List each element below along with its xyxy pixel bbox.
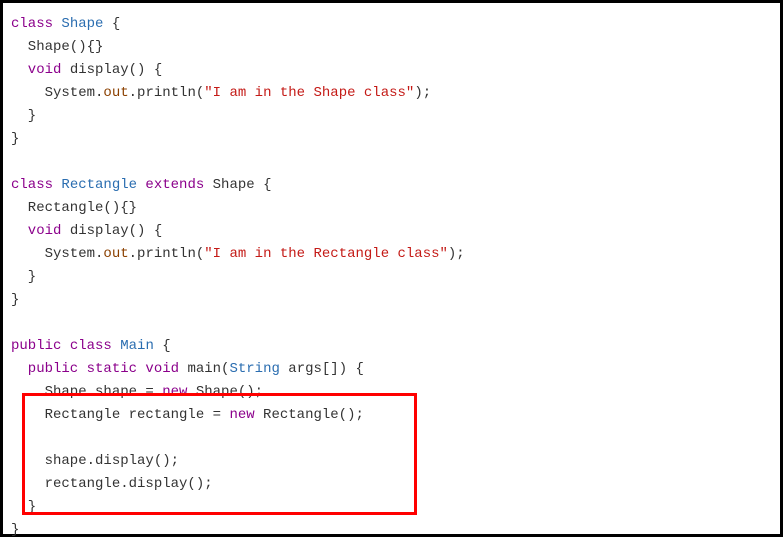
args: args[]) { (280, 361, 364, 377)
code-line: } (11, 519, 772, 542)
keyword-void: void (11, 62, 61, 78)
keyword-new: new (162, 384, 187, 400)
code-line: void display() { (11, 59, 772, 82)
code-line: System.out.println("I am in the Rectangl… (11, 243, 772, 266)
blank-line (11, 151, 772, 174)
keyword-static: static (78, 361, 137, 377)
println-call: .println( (129, 85, 205, 101)
keyword-new: new (229, 407, 254, 423)
keyword-void: void (137, 361, 179, 377)
blank-line (11, 427, 772, 450)
code-line: Shape(){} (11, 36, 772, 59)
keyword-class: class (61, 338, 111, 354)
code-line: shape.display(); (11, 450, 772, 473)
code-line: } (11, 105, 772, 128)
code-line: class Shape { (11, 13, 772, 36)
type-string: String (229, 361, 279, 377)
ctor-call: Rectangle(); (255, 407, 364, 423)
decl: Shape shape = (11, 384, 162, 400)
keyword-public: public (11, 361, 78, 377)
string-literal: "I am in the Rectangle class" (204, 246, 448, 262)
parent-type: Shape (204, 177, 254, 193)
line-end: ); (414, 85, 431, 101)
method-main: main( (179, 361, 229, 377)
type-shape: Shape (61, 16, 103, 32)
code-line: public class Main { (11, 335, 772, 358)
line-end: ); (448, 246, 465, 262)
code-line: Shape shape = new Shape(); (11, 381, 772, 404)
type-rectangle: Rectangle (53, 177, 137, 193)
code-line: public static void main(String args[]) { (11, 358, 772, 381)
system-ref: System. (11, 85, 103, 101)
blank-line (11, 312, 772, 335)
brace: { (255, 177, 272, 193)
println-call: .println( (129, 246, 205, 262)
keyword-void: void (11, 223, 61, 239)
brace: { (154, 338, 171, 354)
code-line: Rectangle rectangle = new Rectangle(); (11, 404, 772, 427)
code-line: } (11, 266, 772, 289)
ctor-call: Shape(); (187, 384, 263, 400)
out-field: out (103, 85, 128, 101)
keyword-class: class (11, 177, 53, 193)
keyword-class: class (11, 16, 53, 32)
string-literal: "I am in the Shape class" (204, 85, 414, 101)
keyword-extends: extends (137, 177, 204, 193)
out-field: out (103, 246, 128, 262)
method-sig: display() { (61, 62, 162, 78)
code-block: class Shape { Shape(){} void display() {… (0, 0, 783, 537)
code-line: class Rectangle extends Shape { (11, 174, 772, 197)
type-main: Main (112, 338, 154, 354)
code-line: } (11, 496, 772, 519)
code-line: rectangle.display(); (11, 473, 772, 496)
system-ref: System. (11, 246, 103, 262)
method-sig: display() { (61, 223, 162, 239)
code-line: } (11, 128, 772, 151)
keyword-public: public (11, 338, 61, 354)
code-line: System.out.println("I am in the Shape cl… (11, 82, 772, 105)
code-line: Rectangle(){} (11, 197, 772, 220)
code-line: void display() { (11, 220, 772, 243)
decl: Rectangle rectangle = (11, 407, 229, 423)
brace: { (103, 16, 120, 32)
code-line: } (11, 289, 772, 312)
